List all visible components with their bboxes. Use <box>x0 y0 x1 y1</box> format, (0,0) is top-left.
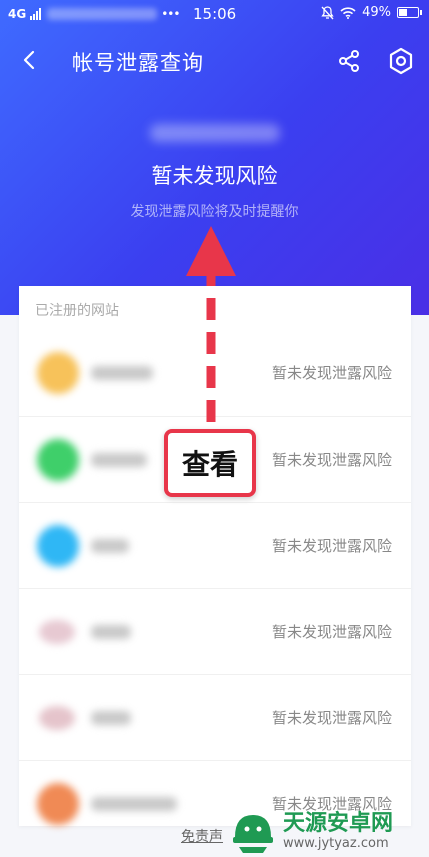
mute-bell-icon <box>321 5 334 19</box>
site-avatar <box>37 439 79 481</box>
site-name-blurred <box>91 539 129 553</box>
site-risk-status: 暂未发现泄露风险 <box>271 364 392 382</box>
network-type: 4G <box>8 7 27 21</box>
watermark-logo-icon <box>233 815 273 853</box>
site-watermark: 天源安卓网 www.jytyaz.com <box>229 805 429 857</box>
settings-hexagon-icon[interactable] <box>388 47 414 75</box>
list-item[interactable]: 暂未发现泄露风险 <box>19 674 411 760</box>
back-arrow-icon[interactable] <box>18 48 42 72</box>
page-title: 帐号泄露查询 <box>72 51 204 75</box>
site-name-blurred <box>91 797 177 811</box>
site-risk-status: 暂未发现泄露风险 <box>271 537 392 555</box>
disclaimer-link[interactable]: 免责声 <box>181 826 223 846</box>
carrier-blurred <box>47 8 158 20</box>
site-avatar <box>39 620 75 644</box>
more-dots-icon: ••• <box>161 7 180 21</box>
battery-icon <box>397 7 422 18</box>
risk-status: 暂未发现风险 <box>151 164 278 188</box>
battery-percent: 49% <box>362 5 391 20</box>
share-icon[interactable] <box>337 49 361 73</box>
section-heading: 已注册的网站 <box>35 303 119 319</box>
site-name-blurred <box>91 625 131 639</box>
site-name-blurred <box>91 453 147 467</box>
list-item[interactable]: 暂未发现泄露风险 <box>19 502 411 588</box>
risk-subtitle: 发现泄露风险将及时提醒你 <box>130 204 299 220</box>
status-bar: 4G ••• 15:06 49% <box>0 0 429 28</box>
status-right: 49% <box>321 5 422 20</box>
site-name-blurred <box>91 366 153 380</box>
site-risk-status: 暂未发现泄露风险 <box>271 709 392 727</box>
annotation-callout: 查看 <box>164 429 256 497</box>
watermark-name: 天源安卓网 <box>283 810 394 836</box>
title-bar: 帐号泄露查询 <box>0 38 429 84</box>
site-name-blurred <box>91 711 131 725</box>
site-avatar <box>39 706 75 730</box>
account-name-blurred <box>150 124 280 142</box>
watermark-text: 天源安卓网 www.jytyaz.com <box>283 810 394 851</box>
site-avatar <box>37 525 79 567</box>
clock: 15:06 <box>193 5 237 23</box>
annotation-arrow-icon <box>186 226 236 422</box>
site-avatar <box>37 783 79 825</box>
list-item[interactable]: 暂未发现泄露风险 <box>19 588 411 674</box>
battery-level <box>399 9 407 16</box>
watermark-url: www.jytyaz.com <box>283 835 389 851</box>
signal-icon <box>30 8 42 20</box>
wifi-icon <box>340 6 356 19</box>
site-avatar <box>37 352 79 394</box>
site-risk-status: 暂未发现泄露风险 <box>271 451 392 469</box>
site-risk-status: 暂未发现泄露风险 <box>271 623 392 641</box>
